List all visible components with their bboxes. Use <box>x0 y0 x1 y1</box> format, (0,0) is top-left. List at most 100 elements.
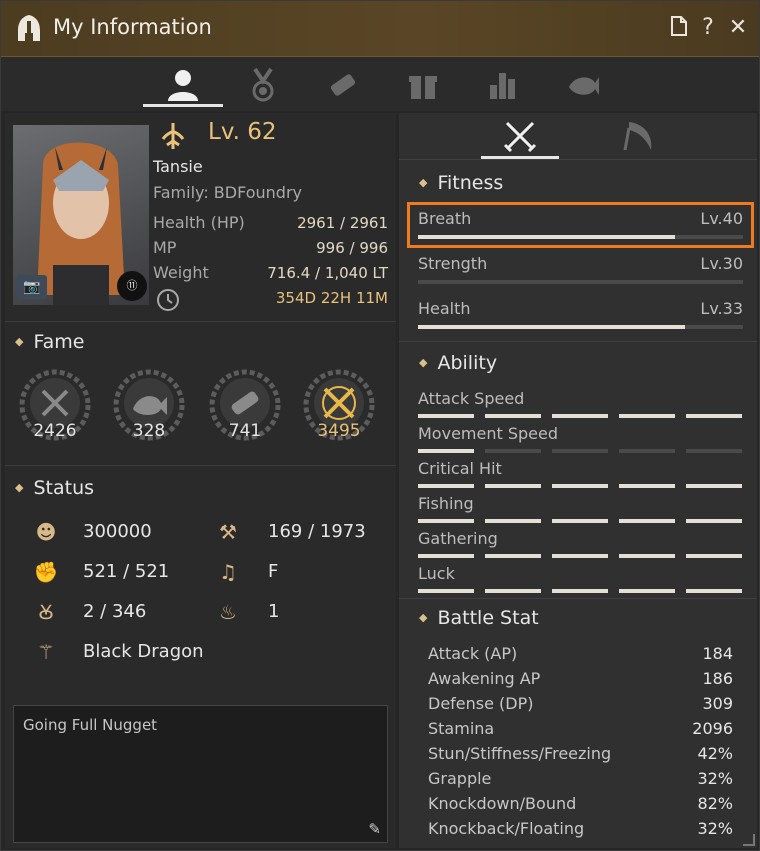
window-title: My Information <box>53 15 212 39</box>
battle-stat-value: 184 <box>702 644 733 663</box>
battle-stat-value: 2096 <box>692 719 733 738</box>
character-portrait: 📷 ⑪ <box>13 125 149 305</box>
divider <box>5 321 396 322</box>
flame-icon: ♨ <box>219 600 237 624</box>
tab-gift[interactable] <box>383 63 463 107</box>
battle-stat-name: Knockback/Floating <box>428 819 585 838</box>
ability-segment <box>552 484 608 488</box>
status-value-3: F <box>268 561 279 582</box>
weight-label: Weight <box>153 263 209 282</box>
ability-segment <box>686 554 742 558</box>
tab-stats[interactable] <box>463 63 543 107</box>
tab-profile[interactable] <box>143 63 223 107</box>
tab-scroll[interactable] <box>303 63 383 107</box>
ability-segment <box>418 414 474 418</box>
ability-segment <box>552 519 608 523</box>
fame-value-total: 3495 <box>317 421 361 441</box>
status-value-2: 521 / 521 <box>83 561 170 582</box>
axe-icon: ⚒ <box>219 520 237 544</box>
ability-movement-speed: Movement Speed <box>418 424 558 443</box>
music-icon: ♫ <box>219 560 237 584</box>
ability-segments-movement-speed <box>418 449 743 453</box>
ability-segment <box>485 449 541 453</box>
status-value-4: 2 / 346 <box>83 601 147 622</box>
memo-text: Going Full Nugget <box>23 716 158 734</box>
character-panel: 📷 ⑪ Lv. 62 Tansie Family: BDFoundry Heal… <box>5 113 396 848</box>
ability-segments-critical-hit <box>418 484 743 488</box>
battle-stat-name: Defense (DP) <box>428 694 534 713</box>
close-icon[interactable]: ✕ <box>725 15 751 41</box>
horseshoe-icon: Ꙋ <box>38 600 54 624</box>
battle-stat-name: Knockdown/Bound <box>428 794 577 813</box>
mp-label: MP <box>153 238 177 257</box>
ability-segment <box>619 519 675 523</box>
battle-stat-name: Grapple <box>428 769 492 788</box>
sickle-icon <box>623 122 652 151</box>
ability-segment <box>686 589 742 593</box>
character-name: Tansie <box>153 157 203 176</box>
resize-grip-icon[interactable] <box>743 834 755 846</box>
tab-life-stats[interactable] <box>604 115 674 159</box>
ability-segments-attack-speed <box>418 414 743 418</box>
fame-value-life: 328 <box>132 421 166 441</box>
fitness-bar-strength <box>418 280 743 284</box>
ability-segment <box>552 414 608 418</box>
ability-segment <box>485 519 541 523</box>
tab-bar <box>1 57 759 111</box>
fitness-header: ◆ Fitness <box>419 172 504 194</box>
class-emblem-icon: ⑪ <box>117 271 147 301</box>
camera-icon[interactable]: 📷 <box>17 275 47 299</box>
character-level: Lv. 62 <box>208 119 277 145</box>
ability-header: ◆ Ability <box>419 352 498 374</box>
mp-value: 996 / 996 <box>316 239 388 257</box>
battle-stat-value: 82% <box>697 794 733 813</box>
level-emblem-icon <box>161 123 185 149</box>
head-icon: ☻ <box>35 520 57 544</box>
ability-segment <box>418 484 474 488</box>
playtime-value: 354D 22H 11M <box>275 289 388 307</box>
title-bar[interactable]: My Information ? ✕ <box>1 1 759 57</box>
ability-segment <box>686 519 742 523</box>
ability-segment <box>418 449 474 453</box>
fame-value-combat: 2426 <box>33 421 77 441</box>
battle-stat-name: Attack (AP) <box>428 644 518 663</box>
fitness-name-strength: Strength <box>418 254 488 273</box>
fame-value-knowledge: 741 <box>228 421 262 441</box>
scroll-icon <box>330 74 356 96</box>
ability-segment <box>619 414 675 418</box>
battle-stat-name: Awakening AP <box>428 669 541 688</box>
help-icon[interactable]: ? <box>695 15 721 41</box>
battle-stat-value: 186 <box>702 669 733 688</box>
ability-segment <box>619 589 675 593</box>
battle-stat-value: 32% <box>697 769 733 788</box>
fitness-level-strength: Lv.30 <box>700 254 743 273</box>
tab-fish[interactable] <box>543 63 623 107</box>
weight-value: 716.4 / 1,040 LT <box>267 264 388 282</box>
divider <box>399 341 757 342</box>
ability-segment <box>619 554 675 558</box>
ability-segment <box>686 449 742 453</box>
battle-stat-header: ◆ Battle Stat <box>419 607 539 629</box>
tab-combat-stats[interactable] <box>481 115 559 159</box>
document-icon[interactable] <box>666 15 692 41</box>
ability-segment <box>485 484 541 488</box>
fitness-name-health: Health <box>418 299 471 318</box>
tab-medal[interactable] <box>223 63 303 107</box>
ability-segment <box>619 449 675 453</box>
battle-stat-name: Stamina <box>428 719 495 738</box>
ability-segments-fishing <box>418 519 743 523</box>
ability-segment <box>686 414 742 418</box>
family-name: Family: BDFoundry <box>153 183 302 202</box>
memo-box[interactable]: Going Full Nugget ✎ <box>13 705 388 843</box>
ability-segment <box>485 589 541 593</box>
pencil-icon[interactable]: ✎ <box>368 820 381 838</box>
my-information-window: My Information ? ✕ 📷 ⑪ Lv. 62 Tansie Fam… <box>0 0 760 851</box>
battle-stat-value: 32% <box>697 819 733 838</box>
crossed-swords-icon <box>503 121 537 153</box>
status-value-5: 1 <box>268 601 280 622</box>
medal-icon <box>252 67 274 102</box>
ability-segment <box>686 484 742 488</box>
status-header: ◆ Status <box>15 477 95 499</box>
divider <box>5 465 396 466</box>
clock-icon <box>157 289 179 311</box>
